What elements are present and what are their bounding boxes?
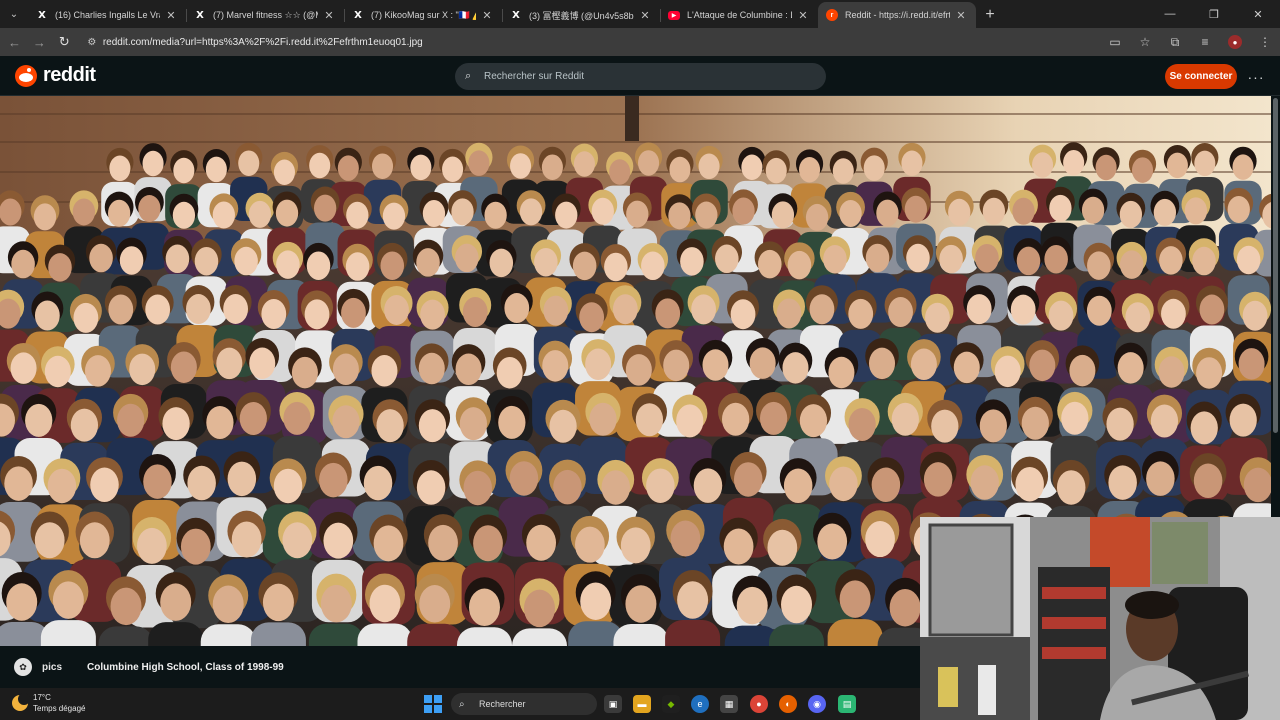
app-icon[interactable]: ▤ — [838, 695, 856, 713]
close-icon[interactable]: ✕ — [322, 9, 336, 22]
store-icon[interactable]: ▦ — [720, 695, 738, 713]
profile-avatar[interactable]: ● — [1220, 28, 1250, 56]
reddit-logo[interactable]: reddit — [15, 64, 96, 87]
tab-kikoomag[interactable]: X (7) KikooMag sur X : "🇫🇷 ⚠️ | L ✕ — [344, 2, 502, 28]
forward-arrow-icon[interactable]: → — [27, 28, 52, 56]
address-bar[interactable]: ⚙ reddit.com/media?url=https%3A%2F%2Fi.r… — [83, 31, 1100, 53]
taskbar-search-label: Rechercher — [479, 699, 526, 709]
file-explorer-icon[interactable]: ▬ — [633, 695, 651, 713]
post-caption-bar: ✿ pics Columbine High School, Class of 1… — [0, 646, 920, 688]
tab-title: (7) KikooMag sur X : "🇫🇷 ⚠️ | L — [371, 9, 476, 20]
login-button[interactable]: Se connecter — [1165, 64, 1237, 89]
webcam-overlay — [920, 517, 1280, 720]
tab-marvel-fitness[interactable]: X (7) Marvel fitness ☆☆ (@Marvel_ ✕ — [186, 2, 344, 28]
webcam-feed — [920, 517, 1280, 720]
bookmark-star-icon[interactable]: ☆ — [1130, 28, 1160, 56]
reddit-header: reddit ⌕ Rechercher sur Reddit Se connec… — [0, 56, 1280, 96]
subreddit-name[interactable]: pics — [42, 662, 62, 673]
task-view-icon[interactable]: ▣ — [604, 695, 622, 713]
restore-icon[interactable]: ❐ — [1192, 0, 1236, 28]
browser-tab-strip: ⌄ X (16) Charlies Ingalls Le Vrai 🇫🇷 🇫 ✕… — [0, 0, 1280, 28]
windows-taskbar: 17°C Temps dégagé ⌕ Rechercher ▣ ▬ ◆ e ▦… — [0, 688, 920, 720]
taskbar-search[interactable]: ⌕ Rechercher — [451, 693, 597, 715]
tab-title: (3) 冨樫義博 (@Un4v5s8bgsVk5 — [529, 10, 634, 21]
close-icon[interactable]: ✕ — [480, 9, 494, 22]
post-title[interactable]: Columbine High School, Class of 1998-99 — [87, 662, 284, 673]
close-icon[interactable]: ✕ — [796, 9, 810, 22]
close-icon[interactable]: ✕ — [164, 9, 178, 22]
weather-condition: Temps dégagé — [33, 704, 86, 713]
scrollbar-thumb[interactable] — [1273, 98, 1278, 433]
menu-kebab-icon[interactable]: ⋮ — [1250, 28, 1280, 56]
tab-title: L'Attaque de Columbine : Les D — [687, 10, 792, 20]
discord-icon[interactable]: ◉ — [808, 695, 826, 713]
more-options-icon[interactable]: ··· — [1246, 64, 1266, 89]
url-text: reddit.com/media?url=https%3A%2F%2Fi.red… — [102, 36, 423, 48]
firefox-icon[interactable]: ◐ — [779, 695, 797, 713]
reddit-icon: r — [826, 9, 838, 21]
back-arrow-icon[interactable]: ← — [2, 28, 27, 56]
reload-icon[interactable]: ↻ — [52, 28, 77, 56]
window-controls: — ❐ ✕ — [1148, 0, 1280, 28]
site-settings-icon[interactable]: ⚙ — [83, 37, 101, 48]
weather-widget[interactable]: 17°C Temps dégagé — [12, 692, 85, 714]
temperature: 17°C — [33, 693, 51, 702]
profile-icon: ● — [1228, 35, 1243, 49]
toolbar-actions: ▭ ☆ ⧉ ≡ ● ⋮ — [1100, 28, 1280, 56]
x-icon: X — [38, 9, 46, 21]
tab-search-icon[interactable]: ⌄ — [0, 0, 28, 28]
search-icon: ⌕ — [459, 698, 465, 710]
reading-list-icon[interactable]: ≡ — [1190, 28, 1220, 56]
tab-charlies-ingalls[interactable]: X (16) Charlies Ingalls Le Vrai 🇫🇷 🇫 ✕ — [28, 2, 186, 28]
search-icon: ⌕ — [465, 70, 472, 82]
logo-wordmark: reddit — [43, 64, 96, 86]
close-icon[interactable]: ✕ — [954, 9, 968, 22]
extensions-icon[interactable]: ⧉ — [1160, 28, 1190, 56]
nvidia-icon[interactable]: ◆ — [662, 695, 680, 713]
search-input[interactable]: ⌕ Rechercher sur Reddit — [455, 63, 826, 90]
close-icon[interactable]: ✕ — [638, 9, 652, 22]
subreddit-avatar[interactable]: ✿ — [14, 658, 32, 676]
new-tab-button[interactable]: + — [976, 2, 1004, 28]
close-window-icon[interactable]: ✕ — [1236, 0, 1280, 28]
tab-youtube-columbine[interactable]: ▶ L'Attaque de Columbine : Les D ✕ — [660, 2, 818, 28]
moon-icon — [12, 693, 30, 711]
cast-icon[interactable]: ▭ — [1100, 28, 1130, 56]
x-icon: X — [512, 9, 520, 21]
weather-text: 17°C Temps dégagé — [33, 692, 85, 714]
search-placeholder: Rechercher sur Reddit — [484, 71, 585, 82]
tab-title: Reddit - https://i.redd.it/efrthm — [845, 10, 950, 20]
x-icon: X — [196, 9, 204, 21]
chrome-icon[interactable]: ● — [750, 695, 768, 713]
edge-icon[interactable]: e — [691, 695, 709, 713]
minimize-icon[interactable]: — — [1148, 0, 1192, 28]
tab-title: (7) Marvel fitness ☆☆ (@Marvel_ — [213, 9, 318, 20]
reddit-snoo-icon — [15, 64, 37, 87]
x-icon: X — [354, 9, 362, 21]
tab-togashi[interactable]: X (3) 冨樫義博 (@Un4v5s8bgsVk5 ✕ — [502, 2, 660, 28]
youtube-icon: ▶ — [668, 10, 680, 20]
tab-reddit-active[interactable]: r Reddit - https://i.redd.it/efrthm ✕ — [818, 2, 976, 28]
windows-start-icon[interactable] — [424, 695, 442, 713]
tab-title: (16) Charlies Ingalls Le Vrai 🇫🇷 🇫 — [55, 9, 160, 20]
browser-toolbar: ← → ↻ ⚙ reddit.com/media?url=https%3A%2F… — [0, 28, 1280, 56]
